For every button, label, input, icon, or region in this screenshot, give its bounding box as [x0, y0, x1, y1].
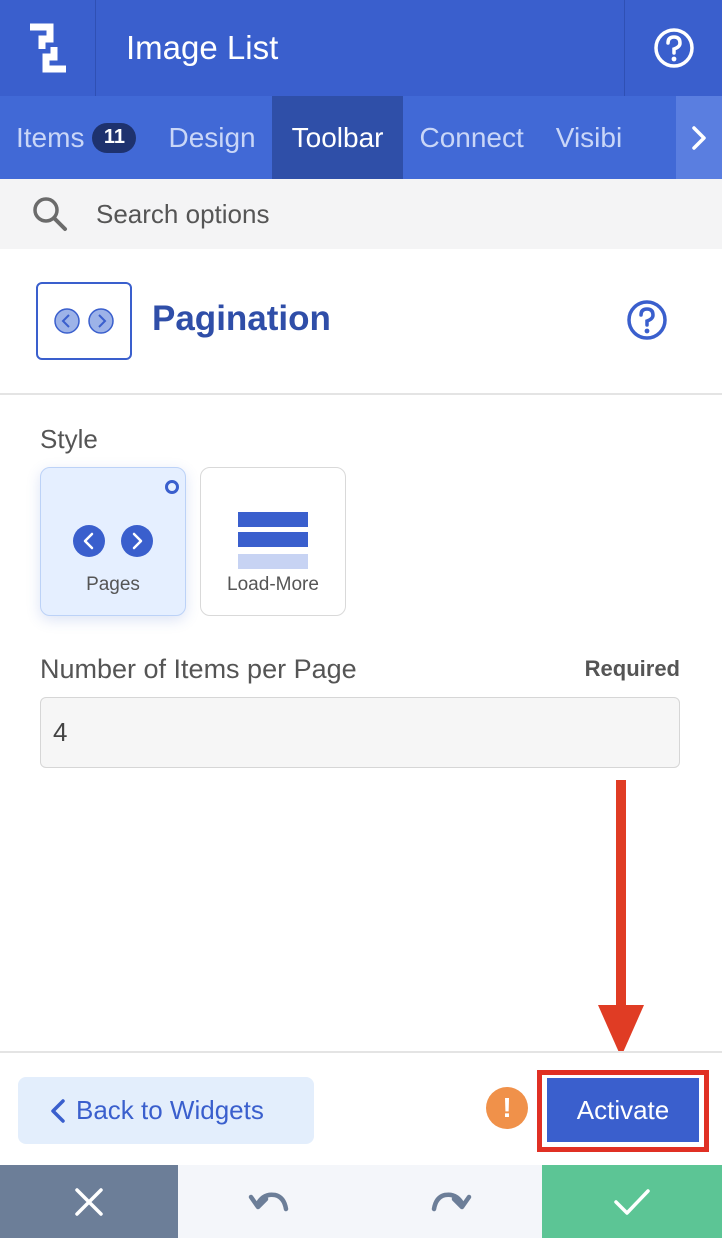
tab-bar: Items 11 Design Toolbar Connect Visibi [0, 96, 722, 179]
app-title: Image List [126, 29, 279, 66]
back-button-label: Back to Widgets [76, 1095, 264, 1125]
load-more-icon [238, 512, 308, 569]
style-option-pages[interactable]: Pages [40, 467, 186, 616]
section-title: Pagination [152, 299, 331, 338]
close-icon [75, 1187, 103, 1216]
required-indicator: Required [584, 656, 680, 681]
cancel-button[interactable] [0, 1165, 178, 1238]
search-bar [0, 179, 722, 249]
annotation-arrow-icon [616, 780, 626, 1010]
tab-items[interactable]: Items 11 [0, 96, 152, 179]
items-per-page-label: Number of Items per Page [40, 654, 357, 684]
undo-button[interactable] [178, 1165, 360, 1238]
items-count-badge: 11 [92, 122, 137, 153]
tab-visibility[interactable]: Visibi [540, 96, 638, 179]
items-per-page-input[interactable] [40, 697, 680, 768]
tab-label: Visibi [555, 121, 623, 153]
style-label: Style [40, 424, 98, 454]
checkmark-icon [614, 1188, 650, 1215]
option-label: Load-More [227, 574, 319, 595]
back-to-widgets-button[interactable]: Back to Widgets [18, 1077, 314, 1144]
tab-design[interactable]: Design [152, 96, 271, 179]
style-option-load-more[interactable]: Load-More [200, 467, 346, 616]
help-circle-icon[interactable] [624, 0, 722, 96]
tabs-scroll-right-button[interactable] [676, 96, 722, 179]
annotation-arrow-head-icon [598, 1005, 644, 1057]
header: Image List [0, 0, 722, 96]
help-circle-icon[interactable] [626, 299, 668, 346]
section-header: Pagination [0, 249, 722, 395]
tab-connect[interactable]: Connect [403, 96, 539, 179]
undo-icon [248, 1191, 289, 1211]
footer: Back to Widgets ! Activate [0, 1051, 722, 1165]
redo-icon [431, 1191, 472, 1211]
warning-icon[interactable]: ! [486, 1087, 528, 1129]
tab-label: Toolbar [291, 121, 384, 153]
tab-toolbar[interactable]: Toolbar [271, 96, 404, 179]
search-input[interactable] [96, 198, 656, 230]
search-icon [33, 197, 67, 231]
activate-button[interactable]: Activate [547, 1078, 699, 1142]
tab-label: Design [168, 121, 256, 153]
tab-label: Connect [419, 121, 524, 153]
chevron-right-icon [692, 125, 706, 150]
option-label: Pages [86, 574, 140, 595]
confirm-button[interactable] [542, 1165, 722, 1238]
redo-button[interactable] [360, 1165, 542, 1238]
logo-icon [0, 0, 96, 96]
pagination-arrows-icon [73, 525, 153, 557]
chevron-left-icon [51, 1098, 65, 1123]
bottom-action-bar [0, 1165, 722, 1238]
tab-label: Items [16, 121, 85, 153]
selected-indicator [165, 480, 179, 494]
pagination-icon [36, 282, 132, 360]
